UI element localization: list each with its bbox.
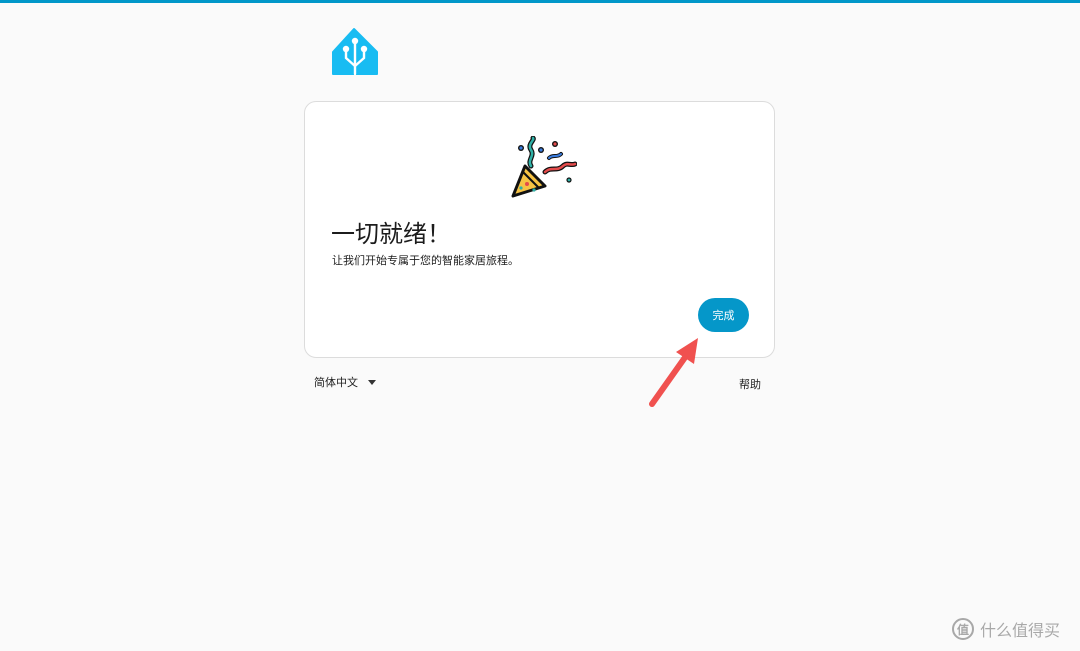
language-label: 简体中文 (314, 376, 358, 389)
watermark-text: 什么值得买 (980, 621, 1061, 640)
help-link[interactable]: 帮助 (739, 376, 761, 392)
watermark-logo-icon: 值 (952, 618, 974, 640)
card-subtitle: 让我们开始专属于您的智能家居旅程。 (332, 254, 519, 267)
top-accent-bar (0, 0, 1080, 3)
finish-button[interactable]: 完成 (698, 298, 749, 332)
onboarding-card: 一切就绪！ 让我们开始专属于您的智能家居旅程。 完成 (304, 101, 775, 358)
caret-down-icon (368, 379, 376, 385)
home-assistant-logo-icon (332, 28, 378, 76)
card-title: 一切就绪！ (331, 220, 451, 248)
red-arrow-icon (649, 338, 698, 407)
party-popper-icon (511, 136, 577, 198)
watermark: 值 什么值得买 (952, 617, 1060, 641)
language-select[interactable]: 简体中文 (314, 374, 376, 390)
